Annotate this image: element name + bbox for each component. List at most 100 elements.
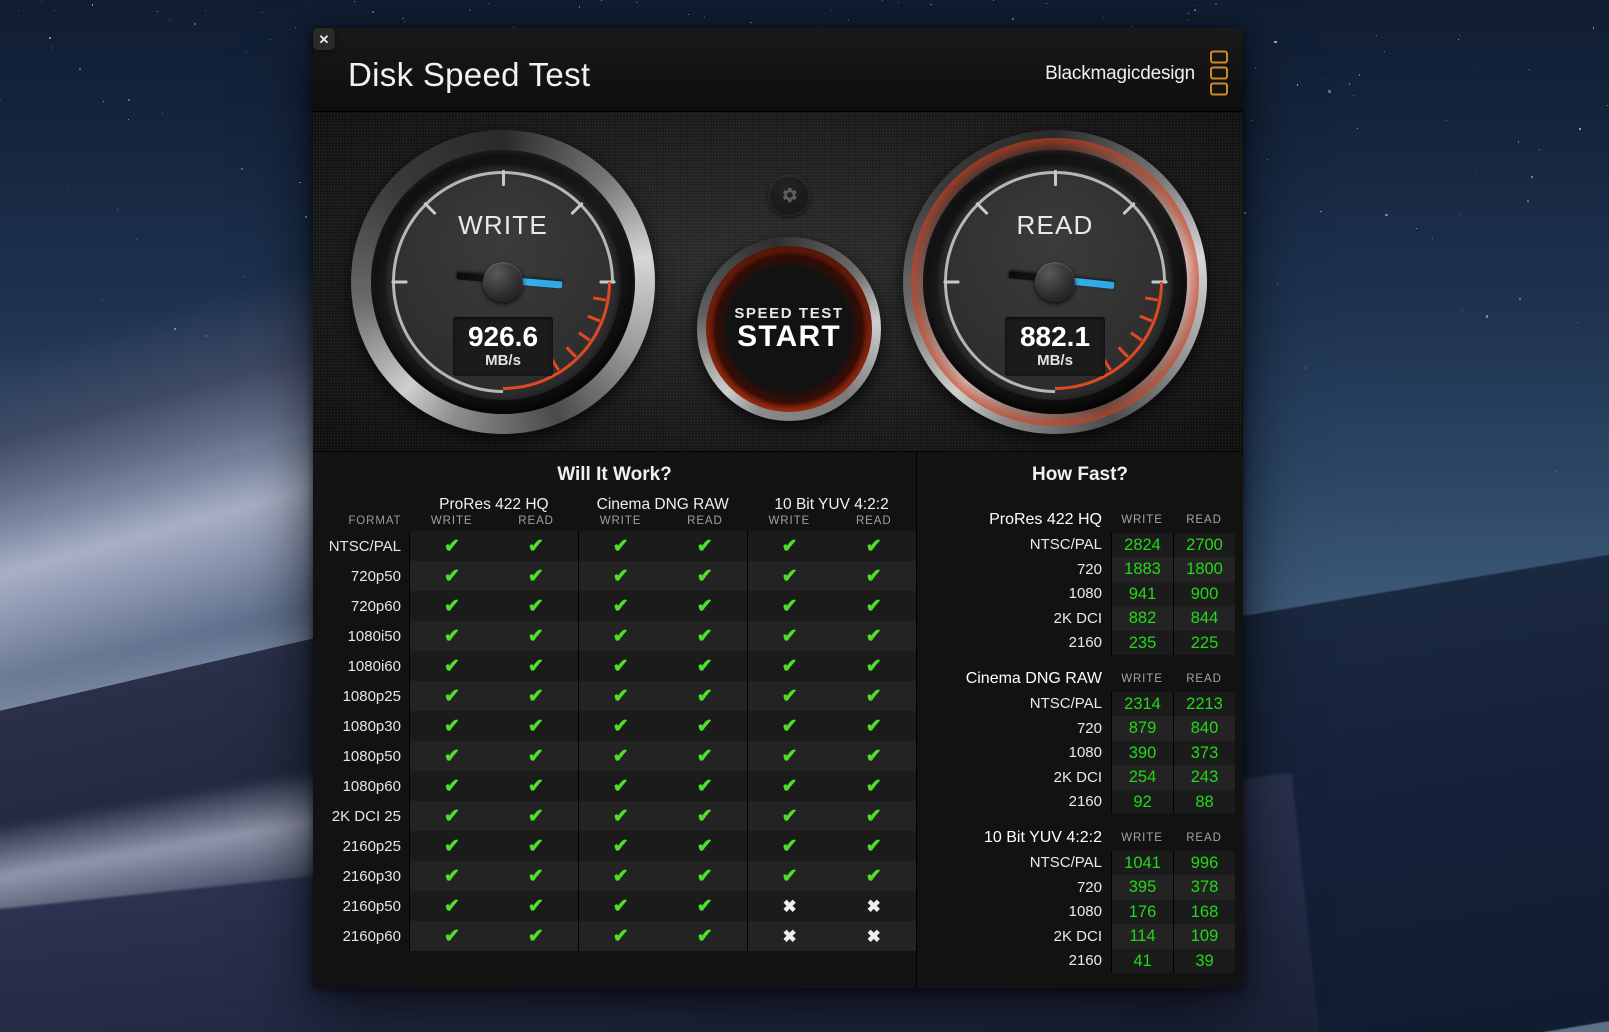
read-gauge-face: READ 882.1 MB/s (937, 164, 1173, 400)
read-column-header: READ (1173, 514, 1235, 526)
supported-check-icon: ✔ (494, 711, 578, 741)
col-dng-read: READ (663, 515, 747, 531)
will-it-work-panel: Will It Work? ProRes 422 HQ Cinema DNG R… (313, 452, 917, 987)
supported-check-icon: ✔ (747, 741, 831, 771)
write-speed-value: 114 (1111, 924, 1173, 949)
close-icon[interactable]: ✕ (313, 28, 335, 50)
supported-check-icon: ✔ (832, 681, 916, 711)
format-label: 1080p60 (313, 771, 409, 801)
read-gauge-label: READ (937, 210, 1173, 241)
supported-check-icon: ✔ (832, 861, 916, 891)
section-title: ProRes 422 HQ (929, 511, 1111, 529)
supported-check-icon: ✔ (409, 681, 493, 711)
list-item: 1080390373 (929, 741, 1235, 766)
will-it-work-tbody: NTSC/PAL✔✔✔✔✔✔720p50✔✔✔✔✔✔720p60✔✔✔✔✔✔10… (313, 531, 916, 951)
supported-check-icon: ✔ (409, 561, 493, 591)
write-column-header: WRITE (1111, 832, 1173, 844)
supported-check-icon: ✔ (832, 741, 916, 771)
read-speed-value: 39 (1173, 949, 1235, 974)
supported-check-icon: ✔ (747, 531, 831, 561)
supported-check-icon: ✔ (747, 651, 831, 681)
write-gauge-face: WRITE 926.6 MB/s (385, 164, 621, 400)
how-fast-section: Cinema DNG RAWWRITEREADNTSC/PAL231422137… (929, 667, 1235, 814)
resolution-label: 2160 (929, 634, 1111, 651)
table-row: 1080p25✔✔✔✔✔✔ (313, 681, 916, 711)
supported-check-icon: ✔ (663, 771, 747, 801)
supported-check-icon: ✔ (747, 771, 831, 801)
supported-check-icon: ✔ (494, 621, 578, 651)
supported-check-icon: ✔ (663, 831, 747, 861)
write-value: 926.6 (461, 322, 545, 351)
how-fast-section: 10 Bit YUV 4:2:2WRITEREAD NTSC/PAL1041996… (929, 826, 1235, 973)
supported-check-icon: ✔ (578, 681, 662, 711)
supported-check-icon: ✔ (578, 591, 662, 621)
list-item: 72018831800 (929, 557, 1235, 582)
supported-check-icon: ✔ (832, 531, 916, 561)
page-title: Disk Speed Test (348, 56, 590, 94)
how-fast-section-header: 10 Bit YUV 4:2:2WRITEREAD (929, 826, 1235, 851)
resolution-label: 1080 (929, 744, 1111, 761)
write-speed-value: 254 (1111, 765, 1173, 790)
read-speed-value: 996 (1173, 851, 1235, 876)
read-column-header: READ (1173, 832, 1235, 844)
supported-check-icon: ✔ (832, 801, 916, 831)
list-item: 1080176168 (929, 900, 1235, 925)
unsupported-cross-icon: ✖ (747, 891, 831, 921)
supported-check-icon: ✔ (409, 741, 493, 771)
list-item: 720879840 (929, 716, 1235, 741)
how-fast-section-header: Cinema DNG RAWWRITEREAD (929, 667, 1235, 692)
supported-check-icon: ✔ (409, 831, 493, 861)
table-row: 1080i60✔✔✔✔✔✔ (313, 651, 916, 681)
write-speed-value: 2314 (1111, 692, 1173, 717)
read-speed-value: 900 (1173, 582, 1235, 607)
read-speed-value: 840 (1173, 716, 1235, 741)
format-label: 1080i60 (313, 651, 409, 681)
supported-check-icon: ✔ (494, 831, 578, 861)
write-gauge-label: WRITE (385, 210, 621, 241)
write-gauge-hub (483, 262, 523, 302)
resolution-label: 720 (929, 879, 1111, 896)
supported-check-icon: ✔ (663, 531, 747, 561)
list-item: 21609288 (929, 790, 1235, 815)
resolution-label: NTSC/PAL (929, 854, 1111, 871)
format-label: 1080p25 (313, 681, 409, 711)
sub-header-row: FORMAT WRITE READ WRITE READ WRITE READ (313, 515, 916, 531)
supported-check-icon: ✔ (409, 921, 493, 951)
format-label: NTSC/PAL (313, 531, 409, 561)
resolution-label: 720 (929, 720, 1111, 737)
supported-check-icon: ✔ (832, 561, 916, 591)
supported-check-icon: ✔ (409, 711, 493, 741)
supported-check-icon: ✔ (409, 621, 493, 651)
supported-check-icon: ✔ (409, 591, 493, 621)
supported-check-icon: ✔ (494, 921, 578, 951)
brand-text: Blackmagicdesign (1045, 63, 1195, 85)
will-it-work-thead: ProRes 422 HQ Cinema DNG RAW 10 Bit YUV … (313, 496, 916, 531)
list-item: 720395378 (929, 875, 1235, 900)
how-fast-section-header: ProRes 422 HQWRITEREAD (929, 508, 1235, 533)
write-column-header: WRITE (1111, 514, 1173, 526)
read-readout: 882.1 MB/s (1005, 317, 1105, 376)
supported-check-icon: ✔ (663, 681, 747, 711)
supported-check-icon: ✔ (832, 711, 916, 741)
read-gauge: READ 882.1 MB/s (903, 130, 1207, 434)
col-yuv-read: READ (832, 515, 916, 531)
supported-check-icon: ✔ (832, 621, 916, 651)
supported-check-icon: ✔ (747, 801, 831, 831)
how-fast-section: ProRes 422 HQWRITEREADNTSC/PAL2824270072… (929, 508, 1235, 655)
unsupported-cross-icon: ✖ (747, 921, 831, 951)
col-prores-write: WRITE (409, 515, 493, 531)
read-gauge-hub (1035, 262, 1075, 302)
speed-test-start-button[interactable]: SPEED TEST START (697, 237, 881, 421)
supported-check-icon: ✔ (494, 561, 578, 591)
resolution-label: 1080 (929, 903, 1111, 920)
supported-check-icon: ✔ (578, 621, 662, 651)
how-fast-heading: How Fast? (917, 452, 1243, 496)
gear-icon[interactable] (768, 174, 810, 216)
unsupported-cross-icon: ✖ (832, 921, 916, 951)
table-row: NTSC/PAL✔✔✔✔✔✔ (313, 531, 916, 561)
write-speed-value: 1041 (1111, 851, 1173, 876)
format-label: 720p50 (313, 561, 409, 591)
supported-check-icon: ✔ (663, 741, 747, 771)
blackmagic-logo-icon (1210, 51, 1228, 96)
supported-check-icon: ✔ (578, 801, 662, 831)
